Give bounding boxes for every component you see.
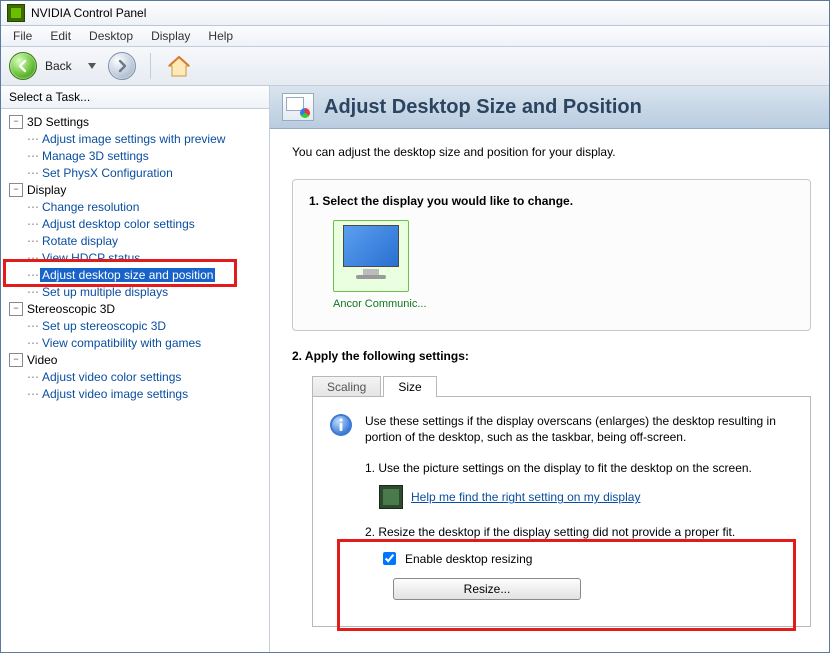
enable-resize-checkbox[interactable]: Enable desktop resizing <box>379 549 794 568</box>
back-history-dropdown[interactable] <box>84 53 100 79</box>
tree-group-display[interactable]: Display <box>27 183 66 197</box>
resize-button[interactable]: Resize... <box>393 578 581 600</box>
content-area: Adjust Desktop Size and Position You can… <box>270 86 829 652</box>
collapse-icon[interactable]: − <box>9 115 23 129</box>
menu-file[interactable]: File <box>5 27 40 45</box>
substep1-label: 1. Use the picture settings on the displ… <box>365 461 794 475</box>
collapse-icon[interactable]: − <box>9 183 23 197</box>
monitor-icon <box>333 220 409 292</box>
menu-bar: File Edit Desktop Display Help <box>1 26 829 47</box>
tab-size[interactable]: Size <box>383 376 436 397</box>
toolbar-separator <box>150 53 151 79</box>
page-intro: You can adjust the desktop size and posi… <box>292 145 811 159</box>
tree-item-physx[interactable]: Set PhysX Configuration <box>40 166 175 180</box>
sidebar: Select a Task... −3D Settings ⋯Adjust im… <box>1 86 270 652</box>
display-option[interactable]: Ancor Communic... <box>333 220 427 310</box>
tree-group-3d-settings[interactable]: 3D Settings <box>27 115 89 129</box>
back-button[interactable] <box>9 52 37 80</box>
tree-item-multiple-displays[interactable]: Set up multiple displays <box>40 285 170 299</box>
page-header: Adjust Desktop Size and Position <box>270 86 829 129</box>
tab-pane-size: Use these settings if the display oversc… <box>312 396 811 627</box>
tv-settings-icon <box>379 485 403 509</box>
tree-item-rotate-display[interactable]: Rotate display <box>40 234 120 248</box>
tree-group-stereo[interactable]: Stereoscopic 3D <box>27 302 115 316</box>
page-header-icon <box>282 93 314 121</box>
sidebar-header: Select a Task... <box>1 86 269 109</box>
tree-item-stereo-compat[interactable]: View compatibility with games <box>40 336 203 350</box>
menu-edit[interactable]: Edit <box>42 27 79 45</box>
task-tree: −3D Settings ⋯Adjust image settings with… <box>1 109 269 652</box>
tree-item-adjust-size-position[interactable]: Adjust desktop size and position <box>40 268 215 282</box>
enable-resize-input[interactable] <box>383 552 396 565</box>
tab-strip: Scaling Size <box>312 375 811 396</box>
tree-group-video[interactable]: Video <box>27 353 57 367</box>
collapse-icon[interactable]: − <box>9 302 23 316</box>
menu-desktop[interactable]: Desktop <box>81 27 141 45</box>
tab-scaling[interactable]: Scaling <box>312 376 381 397</box>
title-bar: NVIDIA Control Panel <box>1 1 829 26</box>
info-text: Use these settings if the display oversc… <box>365 413 794 445</box>
panel-select-display: 1. Select the display you would like to … <box>292 179 811 331</box>
window-title: NVIDIA Control Panel <box>31 6 146 20</box>
help-link[interactable]: Help me find the right setting on my dis… <box>411 490 640 504</box>
collapse-icon[interactable]: − <box>9 353 23 367</box>
tree-item-change-resolution[interactable]: Change resolution <box>40 200 141 214</box>
tree-item-video-color[interactable]: Adjust video color settings <box>40 370 183 384</box>
tree-item-adjust-image-preview[interactable]: Adjust image settings with preview <box>40 132 227 146</box>
display-name-label: Ancor Communic... <box>333 298 427 310</box>
tree-item-manage-3d[interactable]: Manage 3D settings <box>40 149 151 163</box>
home-button[interactable] <box>165 52 193 80</box>
toolbar: Back <box>1 47 829 86</box>
menu-help[interactable]: Help <box>200 27 241 45</box>
step2-label: 2. Apply the following settings: <box>292 349 811 363</box>
page-title: Adjust Desktop Size and Position <box>324 96 642 119</box>
tree-item-hdcp[interactable]: View HDCP status <box>40 251 142 265</box>
enable-resize-label: Enable desktop resizing <box>405 552 532 566</box>
substep2-label: 2. Resize the desktop if the display set… <box>365 525 794 539</box>
tree-item-setup-stereo[interactable]: Set up stereoscopic 3D <box>40 319 168 333</box>
nvidia-app-icon <box>7 4 25 22</box>
info-icon <box>329 413 353 437</box>
tree-item-adjust-color[interactable]: Adjust desktop color settings <box>40 217 197 231</box>
back-label: Back <box>45 59 72 73</box>
forward-button[interactable] <box>108 52 136 80</box>
step1-label: 1. Select the display you would like to … <box>309 194 794 208</box>
tree-item-video-image[interactable]: Adjust video image settings <box>40 387 190 401</box>
menu-display[interactable]: Display <box>143 27 198 45</box>
